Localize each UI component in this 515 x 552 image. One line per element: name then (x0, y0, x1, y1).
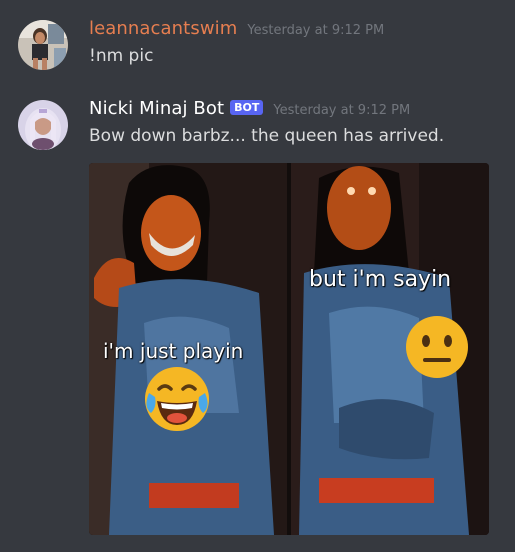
meme-image[interactable]: i'm just playin but i'm sayin (89, 163, 489, 535)
timestamp: Yesterday at 9:12 PM (273, 103, 411, 118)
bot-tag: BOT (230, 100, 264, 115)
meme-caption-left: i'm just playin (103, 339, 244, 363)
message-header: Nicki Minaj Bot BOT Yesterday at 9:12 PM (89, 98, 410, 119)
avatar[interactable] (18, 100, 68, 150)
message-text: !nm pic (89, 46, 154, 66)
laughing-crying-emoji-icon (141, 363, 213, 435)
message-text: Bow down barbz... the queen has arrived. (89, 126, 445, 146)
message-header: leannacantswim Yesterday at 9:12 PM (89, 18, 384, 39)
meme-caption-right: but i'm sayin (309, 267, 452, 292)
username[interactable]: leannacantswim (89, 18, 237, 39)
timestamp: Yesterday at 9:12 PM (247, 23, 385, 38)
neutral-face-emoji-icon (401, 311, 473, 383)
username[interactable]: Nicki Minaj Bot (89, 98, 224, 119)
chat-area: leannacantswim Yesterday at 9:12 PM !nm … (0, 0, 515, 552)
avatar[interactable] (18, 20, 68, 70)
